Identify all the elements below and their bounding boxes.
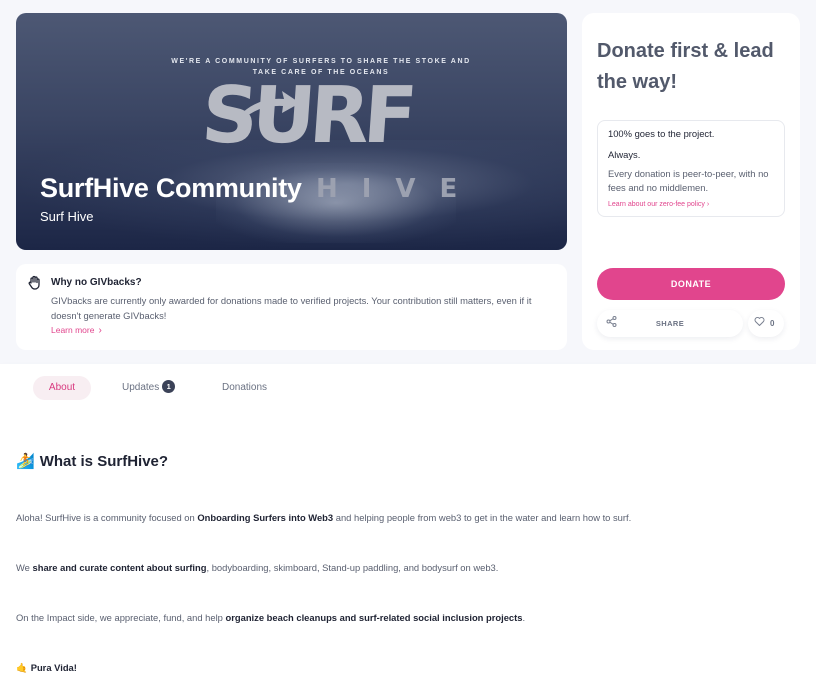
- givbacks-notice-text: GIVbacks are currently only awarded for …: [51, 295, 532, 321]
- about-p1-text-end: and helping people from web3 to get in t…: [333, 512, 632, 523]
- givbacks-notice-title: Why no GIVbacks?: [51, 277, 142, 288]
- donate-card: Donate first & lead the way! 100% goes t…: [582, 13, 800, 350]
- about-heading-text: What is SurfHive?: [39, 453, 169, 470]
- learn-more-label: Learn more: [51, 325, 95, 335]
- shaka-emoji-icon: 🤙: [16, 662, 28, 673]
- zero-fee-policy-link[interactable]: Learn about our zero-fee policy ›: [608, 201, 709, 208]
- info-line-1: 100% goes to the project.: [608, 128, 715, 139]
- surfhive-logo: SURF: [198, 71, 415, 161]
- tab-donations[interactable]: Donations: [222, 376, 267, 400]
- project-tabs: About Updates 1 Donations: [0, 364, 816, 410]
- about-content: 🏄 What is SurfHive? Aloha! SurfHive is a …: [0, 410, 816, 690]
- project-title: SurfHive Community: [40, 173, 302, 203]
- chevron-right-icon: ›: [706, 201, 710, 208]
- zero-fee-info-box: 100% goes to the project. Always. Every …: [597, 120, 785, 217]
- about-p2-text-end: , bodyboarding, skimboard, Stand-up padd…: [206, 562, 499, 573]
- tab-updates-label: Updates: [122, 382, 160, 393]
- tab-updates[interactable]: Updates 1: [122, 376, 176, 400]
- about-p2-bold: share and curate content about surfing: [32, 562, 207, 573]
- about-p2-text: We: [16, 562, 33, 573]
- about-p1-bold: Onboarding Surfers into Web3: [197, 512, 334, 523]
- about-p3-bold: organize beach cleanups and surf-related…: [225, 612, 523, 623]
- about-paragraph-2: We share and curate content about surfin…: [16, 562, 498, 573]
- share-button[interactable]: SHARE: [597, 310, 743, 337]
- updates-count-badge: 1: [162, 380, 176, 393]
- about-paragraph-3: On the Impact side, we appreciate, fund,…: [16, 612, 525, 623]
- pura-vida-text: Pura Vida!: [30, 662, 77, 673]
- about-heading: 🏄 What is SurfHive?: [16, 452, 168, 470]
- info-line-2: Always.: [608, 149, 641, 160]
- heart-icon: [754, 317, 765, 326]
- project-hero-banner: WE'RE A COMMUNITY OF SURFERS TO SHARE TH…: [16, 13, 567, 250]
- about-paragraph-1: Aloha! SurfHive is a community focused o…: [16, 512, 631, 523]
- donate-button[interactable]: DONATE: [597, 268, 785, 300]
- givbacks-notice-card: Why no GIVbacks? GIVbacks are currently …: [16, 264, 567, 350]
- about-p3-text-end: .: [522, 612, 526, 623]
- info-line-3: Every donation is peer-to-peer, with no …: [608, 168, 769, 193]
- tab-about[interactable]: About: [33, 376, 91, 400]
- share-label: SHARE: [655, 319, 685, 328]
- about-p1-text: Aloha! SurfHive is a community focused o…: [16, 512, 198, 523]
- about-p3-text: On the Impact side, we appreciate, fund,…: [16, 612, 226, 623]
- like-count: 0: [770, 319, 775, 328]
- zero-fee-policy-label: Learn about our zero-fee policy: [608, 201, 705, 208]
- surfer-emoji-icon: 🏄: [16, 453, 35, 470]
- donate-heading: Donate first & lead the way!: [597, 40, 774, 93]
- learn-more-link[interactable]: Learn more ›: [51, 325, 102, 336]
- hand-icon: [28, 275, 40, 290]
- chevron-right-icon: ›: [98, 325, 102, 336]
- about-paragraph-4: 🤙 Pura Vida!: [16, 662, 77, 674]
- surfhive-logo-subtext: HIVE: [316, 174, 482, 204]
- project-owner-link[interactable]: Surf Hive: [40, 209, 93, 224]
- like-button[interactable]: 0: [748, 310, 784, 337]
